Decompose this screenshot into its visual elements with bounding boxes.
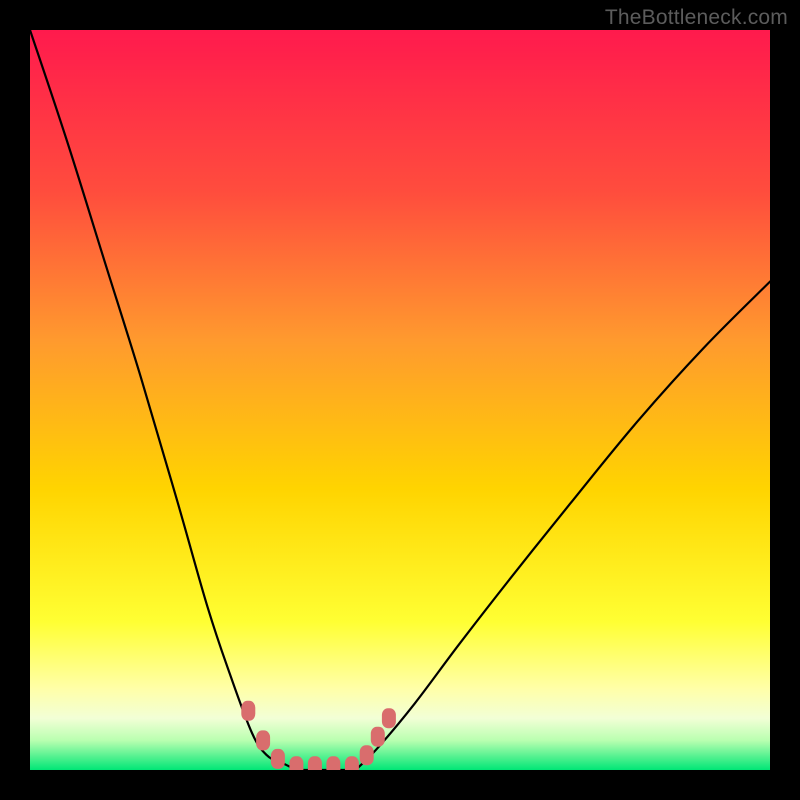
marker-6 xyxy=(345,756,359,770)
watermark-text: TheBottleneck.com xyxy=(605,6,788,30)
marker-5 xyxy=(326,756,340,770)
marker-0 xyxy=(241,701,255,721)
chart-frame: TheBottleneck.com xyxy=(0,0,800,800)
chart-svg xyxy=(30,30,770,770)
plot-area xyxy=(30,30,770,770)
marker-1 xyxy=(256,730,270,750)
marker-4 xyxy=(308,756,322,770)
gradient-background xyxy=(30,30,770,770)
marker-7 xyxy=(360,745,374,765)
marker-2 xyxy=(271,749,285,769)
marker-8 xyxy=(371,727,385,747)
marker-3 xyxy=(289,756,303,770)
marker-9 xyxy=(382,708,396,728)
